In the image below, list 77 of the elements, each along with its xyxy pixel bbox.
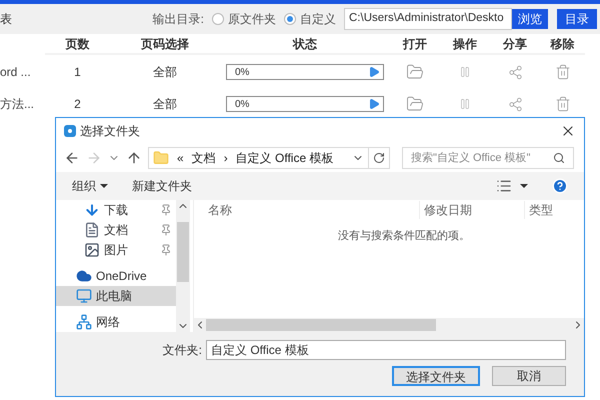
output-label: 输出目录: xyxy=(152,11,204,28)
table-cell-text: 2 xyxy=(73,96,82,113)
column-header: 操作 xyxy=(440,35,490,55)
column-header: 打开 xyxy=(390,35,440,55)
path-field[interactable]: C:\Users\Administrator\Deskto xyxy=(344,8,512,30)
download-icon xyxy=(84,202,100,218)
folder-icon[interactable] xyxy=(406,95,424,113)
column-header: 页码选择 xyxy=(110,35,220,55)
radio-button[interactable] xyxy=(212,13,224,25)
app-logo-icon xyxy=(64,125,76,137)
delete-icon[interactable] xyxy=(554,64,570,80)
pin-icon[interactable] xyxy=(160,204,172,216)
monitor-icon xyxy=(76,288,92,304)
share-icon[interactable] xyxy=(508,64,522,80)
folder-icon xyxy=(153,150,169,166)
column-header[interactable]: 修改日期 xyxy=(419,201,524,219)
radio-option[interactable]: 原文件夹 xyxy=(212,10,276,28)
nav-item[interactable]: OneDrive xyxy=(56,266,176,286)
delete-icon[interactable] xyxy=(554,96,570,112)
progress-text: 0% xyxy=(235,66,250,80)
browse-button[interactable]: 浏览 xyxy=(512,9,548,29)
column-header: 状态 xyxy=(220,35,390,55)
pin-icon[interactable] xyxy=(160,224,172,236)
empty-message: 没有与搜索条件匹配的项。 xyxy=(338,228,470,244)
directory-button[interactable]: 目录 xyxy=(557,9,597,29)
address-bar[interactable]: « 文档 › 自定义 Office 模板 xyxy=(148,147,390,169)
view-dropdown-icon[interactable] xyxy=(520,184,528,188)
image-icon xyxy=(84,242,100,258)
breadcrumb-item[interactable]: « xyxy=(177,149,184,167)
up-icon[interactable] xyxy=(126,150,142,166)
column-header[interactable]: 类型 xyxy=(524,201,553,219)
section-title: 表 xyxy=(0,11,12,28)
search-field[interactable]: 搜索"自定义 Office 模板" xyxy=(402,147,574,169)
select-folder-button[interactable]: 选择文件夹 xyxy=(392,366,480,386)
nav-item[interactable]: 此电脑 xyxy=(56,286,176,306)
nav-item[interactable]: 下载 xyxy=(56,200,176,220)
radio-button[interactable] xyxy=(284,13,296,25)
pause-icon[interactable] xyxy=(459,66,471,78)
dialog-title: 选择文件夹 xyxy=(80,123,140,140)
cancel-button[interactable]: 取消 xyxy=(492,366,566,386)
table-cell-text: 全部 xyxy=(152,64,178,81)
play-icon[interactable] xyxy=(368,98,380,110)
search-icon xyxy=(553,152,565,164)
nav-item[interactable]: 网络 xyxy=(56,312,176,332)
breadcrumb-item[interactable]: 自定义 Office 模板 xyxy=(236,149,334,167)
forward-icon[interactable] xyxy=(86,150,102,166)
radio-option[interactable]: 自定义 xyxy=(284,10,336,28)
folder-name-field[interactable]: 自定义 Office 模板 xyxy=(206,340,566,360)
file-name: ord ... xyxy=(0,64,31,81)
breadcrumb-item[interactable]: 文档 xyxy=(192,149,216,167)
nav-item[interactable]: 文档 xyxy=(56,220,176,240)
help-icon[interactable] xyxy=(552,178,568,194)
folder-icon[interactable] xyxy=(406,63,424,81)
document-icon xyxy=(84,222,100,238)
breadcrumb-item[interactable]: › xyxy=(224,149,228,167)
network-icon xyxy=(76,314,92,330)
column-header: 页数 xyxy=(45,35,110,55)
table-cell-text: 1 xyxy=(73,64,82,81)
pause-icon[interactable] xyxy=(459,98,471,110)
horizontal-scrollbar[interactable] xyxy=(194,318,584,332)
view-options-icon[interactable] xyxy=(496,178,512,194)
file-name: 方法... xyxy=(0,96,34,113)
new-folder-button[interactable]: 新建文件夹 xyxy=(132,177,192,195)
pin-icon[interactable] xyxy=(160,244,172,256)
refresh-icon[interactable] xyxy=(373,152,385,164)
folder-label: 文件夹: xyxy=(162,342,202,359)
share-icon[interactable] xyxy=(508,96,522,112)
play-icon[interactable] xyxy=(368,66,380,78)
organize-menu[interactable]: 组织 xyxy=(72,177,108,195)
column-header: 移除 xyxy=(540,35,585,55)
cloud-icon xyxy=(76,268,92,284)
table-cell-text: 全部 xyxy=(152,96,178,113)
nav-item[interactable]: 图片 xyxy=(56,240,176,260)
column-header[interactable]: 名称 xyxy=(194,201,419,219)
column-header: 分享 xyxy=(490,35,540,55)
back-icon[interactable] xyxy=(64,150,80,166)
progress-text: 0% xyxy=(235,98,250,112)
